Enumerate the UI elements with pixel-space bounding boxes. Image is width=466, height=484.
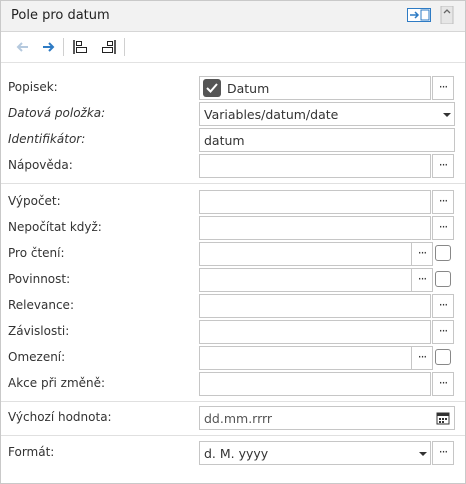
povinnost-checkbox[interactable] — [435, 271, 451, 287]
napoveda-input[interactable] — [199, 154, 431, 178]
vypocet-more-button[interactable]: ··· — [432, 190, 454, 214]
nepocitat-kdyz-label: Nepočítat když: — [8, 220, 102, 234]
section-divider — [1, 401, 465, 402]
relevance-more-button[interactable]: ··· — [432, 294, 454, 318]
pro-cteni-label: Pro čtení: — [8, 246, 65, 260]
row-akce-pri-zmene: Akce při změně: ··· — [1, 371, 465, 397]
section-divider — [1, 435, 465, 436]
chevron-down-icon[interactable] — [440, 103, 454, 125]
row-pro-cteni: Pro čtení: ··· — [1, 241, 465, 267]
calendar-icon[interactable] — [436, 411, 450, 425]
popisek-value: Datum — [227, 81, 270, 96]
toolbar — [1, 32, 465, 63]
format-select[interactable]: d. M. yyyy — [199, 441, 431, 465]
align-top-left-icon[interactable] — [73, 39, 89, 55]
vychozi-hodnota-date-input[interactable]: dd.mm.rrrr — [199, 406, 455, 430]
napoveda-more-button[interactable]: ··· — [432, 154, 454, 178]
identifikator-value: datum — [204, 133, 245, 148]
datova-polozka-select[interactable]: Variables/datum/date — [199, 102, 455, 126]
napoveda-label: Nápověda: — [8, 158, 73, 172]
akce-pri-zmene-more-button[interactable]: ··· — [432, 372, 454, 396]
toolbar-divider — [63, 38, 64, 56]
row-popisek: Popisek: Datum ··· — [1, 75, 465, 101]
omezeni-checkbox[interactable] — [435, 349, 451, 365]
section-divider — [1, 183, 465, 184]
zavislosti-more-button[interactable]: ··· — [432, 320, 454, 344]
format-value: d. M. yyyy — [204, 446, 269, 461]
popisek-field[interactable]: Datum — [199, 76, 431, 100]
row-zavislosti: Závislosti: ··· — [1, 319, 465, 345]
datova-polozka-label: Datová položka: — [8, 106, 106, 120]
panel-title: Pole pro datum — [11, 8, 110, 23]
row-identifikator: Identifikátor: datum — [1, 127, 465, 153]
vypocet-input[interactable] — [199, 190, 431, 214]
pro-cteni-checkbox[interactable] — [435, 245, 451, 261]
omezeni-more-button[interactable]: ··· — [411, 346, 433, 370]
align-bottom-right-icon[interactable] — [100, 39, 116, 55]
properties-panel: Pole pro datum Popisek: Datum ··· Datová… — [0, 0, 466, 484]
panel-header: Pole pro datum — [1, 1, 465, 32]
vychozi-hodnota-placeholder: dd.mm.rrrr — [204, 411, 273, 426]
povinnost-more-button[interactable]: ··· — [411, 268, 433, 292]
vychozi-hodnota-label: Výchozí hodnota: — [8, 410, 112, 424]
relevance-input[interactable] — [199, 294, 431, 318]
pro-cteni-input[interactable] — [199, 242, 412, 266]
row-relevance: Relevance: ··· — [1, 293, 465, 319]
identifikator-input[interactable]: datum — [199, 128, 455, 152]
row-datova-polozka: Datová položka: Variables/datum/date — [1, 101, 465, 127]
omezeni-label: Omezení: — [8, 350, 66, 364]
identifikator-label: Identifikátor: — [8, 132, 86, 146]
row-povinnost: Povinnost: ··· — [1, 267, 465, 293]
datova-polozka-value: Variables/datum/date — [204, 107, 339, 122]
zavislosti-input[interactable] — [199, 320, 431, 344]
row-vychozi-hodnota: Výchozí hodnota: dd.mm.rrrr — [1, 405, 465, 431]
row-napoveda: Nápověda: ··· — [1, 153, 465, 179]
akce-pri-zmene-label: Akce při změně: — [8, 376, 106, 390]
povinnost-input[interactable] — [199, 268, 412, 292]
akce-pri-zmene-input[interactable] — [199, 372, 431, 396]
pro-cteni-more-button[interactable]: ··· — [411, 242, 433, 266]
vypocet-label: Výpočet: — [8, 194, 61, 208]
povinnost-label: Povinnost: — [8, 272, 71, 286]
scroll-indicator-icon[interactable] — [439, 5, 455, 25]
chevron-down-icon[interactable] — [416, 442, 430, 464]
checkmark-icon[interactable] — [203, 79, 221, 97]
nepocitat-kdyz-input[interactable] — [199, 216, 431, 240]
popisek-label: Popisek: — [8, 80, 58, 94]
row-vypocet: Výpočet: ··· — [1, 189, 465, 215]
toolbar-divider — [124, 38, 125, 56]
row-format: Formát: d. M. yyyy ··· — [1, 440, 465, 466]
format-more-button[interactable]: ··· — [432, 441, 454, 465]
row-nepocitat-kdyz: Nepočítat když: ··· — [1, 215, 465, 241]
omezeni-input[interactable] — [199, 346, 412, 370]
relevance-label: Relevance: — [8, 298, 74, 312]
dock-panel-icon[interactable] — [407, 8, 431, 22]
arrow-left-icon[interactable] — [14, 39, 30, 55]
nepocitat-kdyz-more-button[interactable]: ··· — [432, 216, 454, 240]
popisek-more-button[interactable]: ··· — [432, 76, 454, 100]
format-label: Formát: — [8, 445, 55, 459]
row-omezeni: Omezení: ··· — [1, 345, 465, 371]
zavislosti-label: Závislosti: — [8, 324, 70, 338]
arrow-right-icon[interactable] — [41, 39, 57, 55]
